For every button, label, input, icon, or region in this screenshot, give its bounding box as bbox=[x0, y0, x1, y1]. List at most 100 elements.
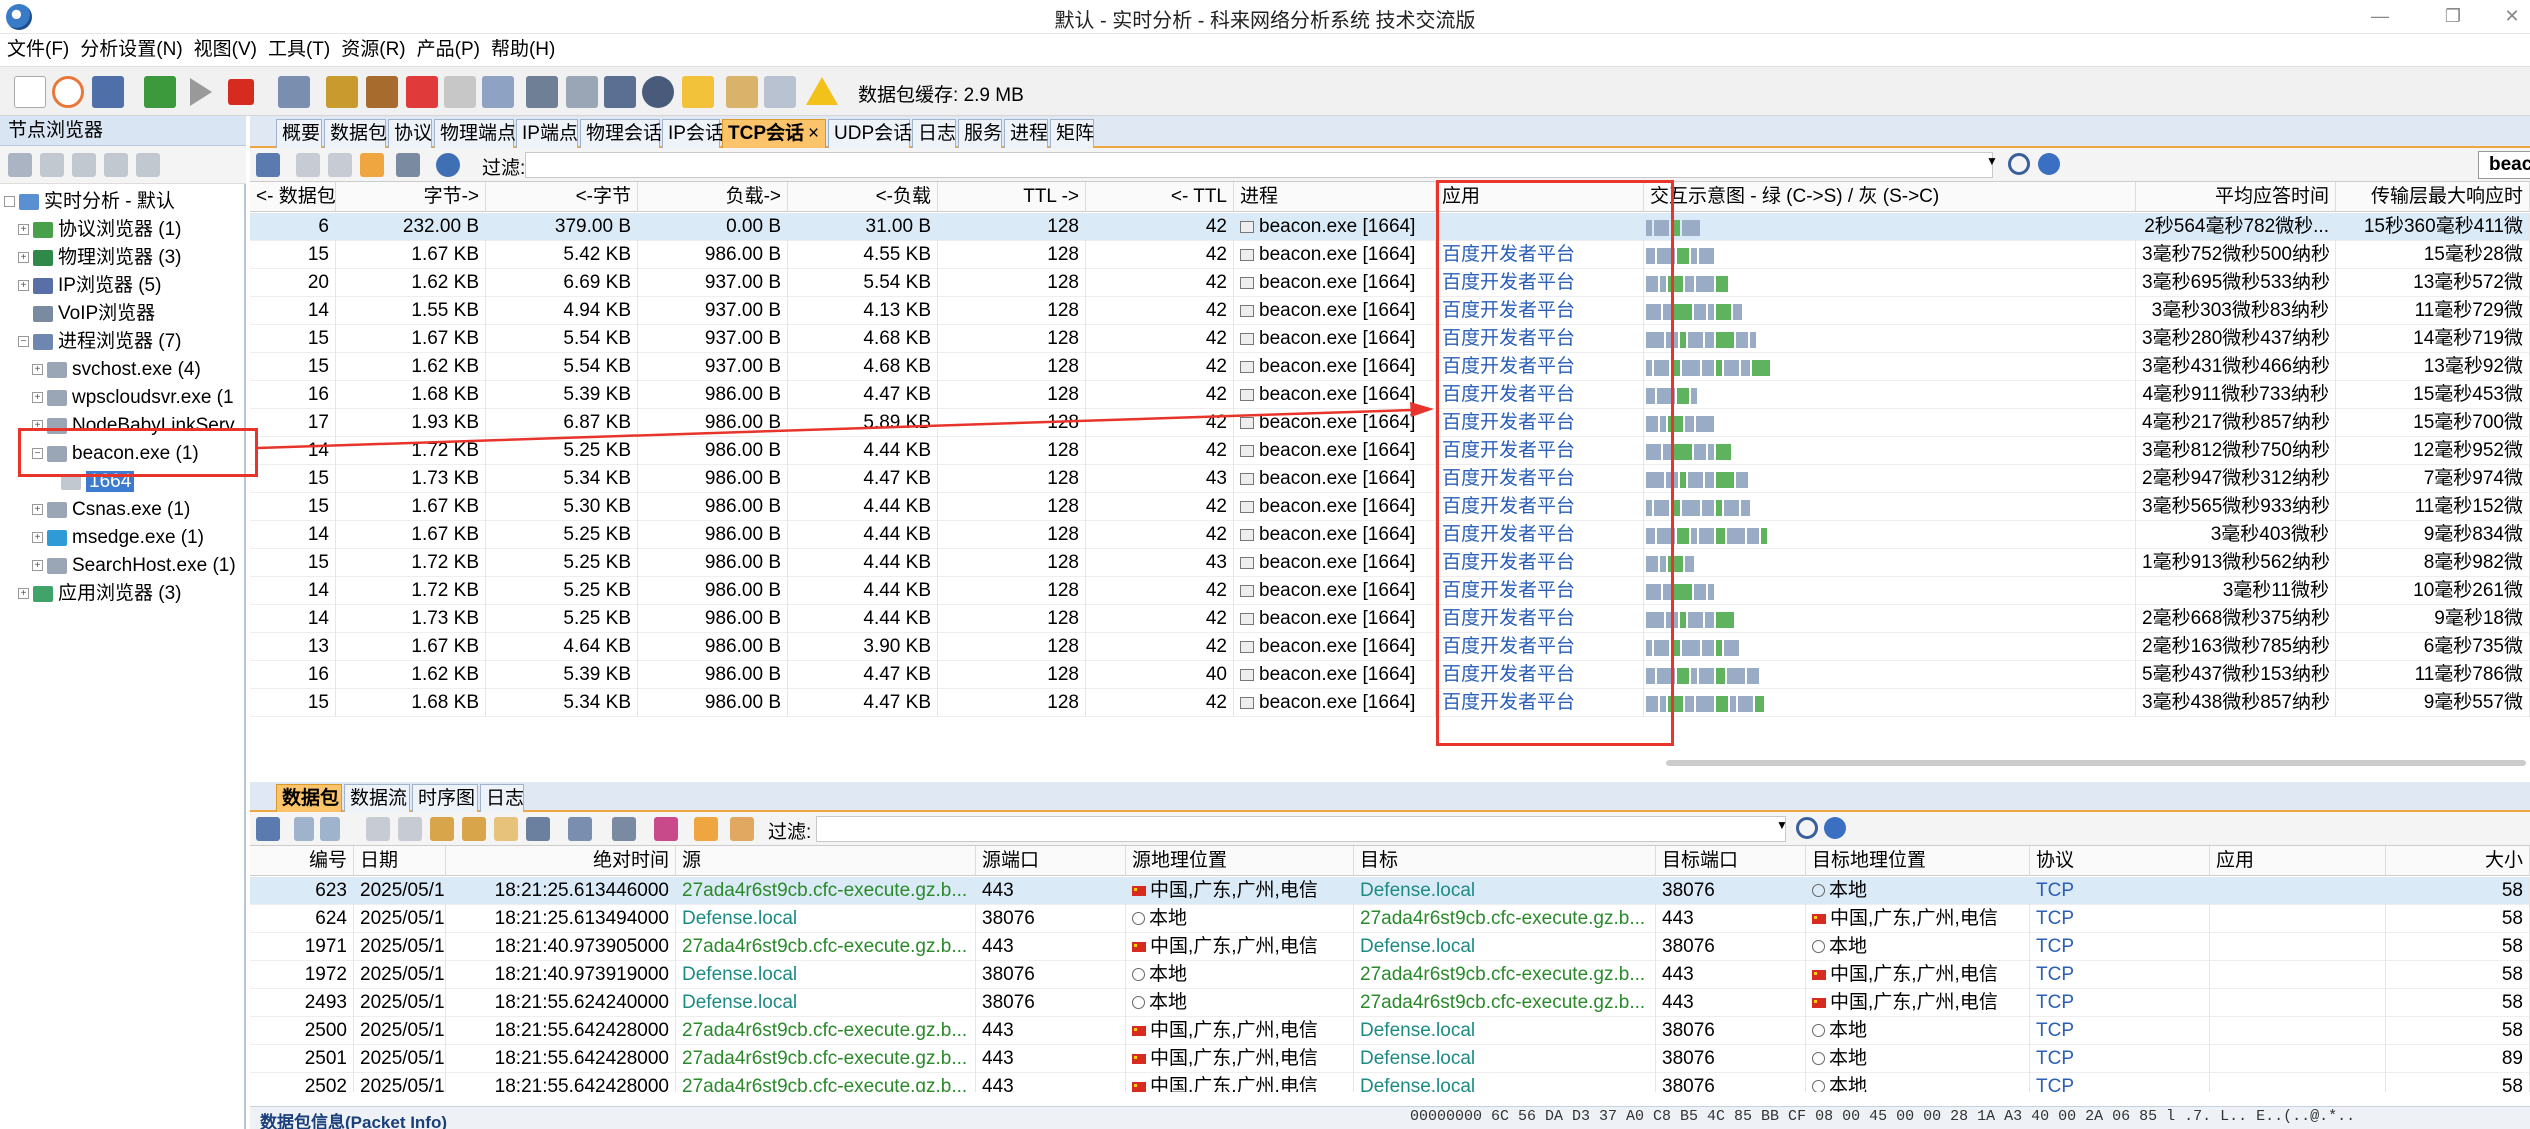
table-row[interactable]: 16 1.68 KB 5.39 KB 986.00 B 4.47 KB 128 42 beac… bbox=[250, 381, 2530, 409]
expand-icon[interactable]: + bbox=[18, 224, 29, 236]
bottom-tab-0[interactable]: 数据包 bbox=[276, 784, 342, 812]
table-row[interactable]: 14 1.72 KB 5.25 KB 986.00 B 4.44 KB 128 42 beac… bbox=[250, 577, 2530, 605]
column-header[interactable]: 交互示意图 - 绿 (C->S) / 灰 (S->C) bbox=[1644, 182, 2136, 212]
menu-file[interactable]: 文件(F) bbox=[3, 34, 73, 66]
tree-tool-icon[interactable] bbox=[104, 153, 128, 177]
column-header[interactable]: 目标地理位置 bbox=[1806, 846, 2030, 876]
stop-icon[interactable] bbox=[228, 79, 254, 105]
column-header[interactable]: 负载-> bbox=[638, 182, 788, 212]
table-row[interactable]: 15 1.62 KB 5.54 KB 937.00 B 4.68 KB 128 42 beac… bbox=[250, 353, 2530, 381]
nav-icon[interactable] bbox=[398, 817, 422, 841]
document-icon[interactable] bbox=[764, 76, 796, 108]
collapse-icon[interactable]: − bbox=[18, 336, 29, 348]
filter-dropdown-icon[interactable]: ▼ bbox=[1776, 818, 1788, 832]
menu-help[interactable]: 帮助(H) bbox=[487, 34, 559, 66]
table-row[interactable]: 15 1.68 KB 5.34 KB 986.00 B 4.47 KB 128 42 beac… bbox=[250, 689, 2530, 717]
tab-8[interactable]: UDP会话 bbox=[828, 119, 912, 148]
column-header[interactable]: 应用 bbox=[2210, 846, 2386, 876]
plus-icon[interactable] bbox=[406, 76, 438, 108]
table-row[interactable]: 15 1.67 KB 5.30 KB 986.00 B 4.44 KB 128 42 beac… bbox=[250, 493, 2530, 521]
tree-node[interactable]: + wpscloudsvr.exe (1 bbox=[32, 384, 234, 412]
menu-view[interactable]: 视图(V) bbox=[190, 34, 261, 66]
tab-9[interactable]: 日志 bbox=[912, 119, 956, 148]
tree-node[interactable]: + 协议浏览器 (1) bbox=[18, 216, 182, 244]
help-icon[interactable] bbox=[1824, 817, 1846, 839]
column-header[interactable]: 编号 bbox=[250, 846, 354, 876]
table-row[interactable]: 15 1.73 KB 5.34 KB 986.00 B 4.47 KB 128 43 beac… bbox=[250, 465, 2530, 493]
column-header[interactable]: 协议 bbox=[2030, 846, 2210, 876]
menu-tools[interactable]: 工具(T) bbox=[264, 34, 334, 66]
expand-icon[interactable]: + bbox=[18, 588, 29, 600]
table-row[interactable]: 1972 2025/05/13 18:21:40.973919000 Defense.… bbox=[250, 961, 2530, 989]
nav-icon[interactable] bbox=[328, 153, 352, 177]
tab-close-icon[interactable]: × bbox=[808, 123, 819, 144]
refresh-icon[interactable] bbox=[436, 153, 460, 177]
filter-icon[interactable] bbox=[612, 817, 636, 841]
minimize-button[interactable]: — bbox=[2352, 0, 2408, 34]
tree-node[interactable]: + IP浏览器 (5) bbox=[18, 272, 161, 300]
menu-resources[interactable]: 资源(R) bbox=[337, 34, 409, 66]
tree-node[interactable]: 实时分析 - 默认 bbox=[4, 188, 175, 216]
expand-icon[interactable]: + bbox=[32, 364, 43, 376]
table-row[interactable]: 15 1.72 KB 5.25 KB 986.00 B 4.44 KB 128 43 beac… bbox=[250, 549, 2530, 577]
close-button[interactable]: ✕ bbox=[2484, 0, 2530, 34]
new-icon[interactable] bbox=[14, 76, 46, 108]
tab-4[interactable]: IP端点 bbox=[516, 119, 578, 148]
hex-view-icon[interactable] bbox=[494, 817, 518, 841]
tab-5[interactable]: 物理会话 bbox=[580, 119, 662, 148]
view-icon[interactable] bbox=[694, 817, 718, 841]
tools-icon[interactable] bbox=[654, 817, 678, 841]
edit-icon[interactable] bbox=[726, 76, 758, 108]
table-row[interactable]: 16 1.62 KB 5.39 KB 986.00 B 4.47 KB 128 40 beac… bbox=[250, 661, 2530, 689]
export-icon[interactable] bbox=[256, 817, 280, 841]
menu-analysis-settings[interactable]: 分析设置(N) bbox=[76, 34, 186, 66]
tree-node[interactable]: + Csnas.exe (1) bbox=[32, 496, 190, 524]
expand-icon[interactable]: + bbox=[32, 392, 43, 404]
columns-icon[interactable] bbox=[526, 817, 550, 841]
view-icon[interactable] bbox=[730, 817, 754, 841]
list-icon[interactable] bbox=[444, 76, 476, 108]
table-row[interactable]: 15 1.67 KB 5.42 KB 986.00 B 4.55 KB 128 42 beac… bbox=[250, 241, 2530, 269]
expand-icon[interactable]: + bbox=[18, 280, 29, 292]
menu-products[interactable]: 产品(P) bbox=[413, 34, 484, 66]
column-header[interactable]: 源 bbox=[676, 846, 976, 876]
horizontal-scrollbar[interactable] bbox=[1666, 760, 2526, 766]
column-header[interactable]: 大小 bbox=[2386, 846, 2530, 876]
tree-tool-icon[interactable] bbox=[8, 153, 32, 177]
play-icon[interactable] bbox=[190, 78, 212, 106]
open-icon[interactable] bbox=[52, 76, 84, 108]
bottom-tab-2[interactable]: 时序图 bbox=[412, 784, 478, 812]
column-header[interactable]: 目标 bbox=[1354, 846, 1656, 876]
expand-icon[interactable]: + bbox=[18, 252, 29, 264]
tree-tool-icon[interactable] bbox=[136, 153, 160, 177]
column-header[interactable]: 源端口 bbox=[976, 846, 1126, 876]
tab-1[interactable]: 数据包 bbox=[324, 119, 387, 148]
next-icon[interactable] bbox=[320, 817, 340, 841]
view-icon[interactable] bbox=[360, 153, 384, 177]
table-row[interactable]: 15 1.67 KB 5.54 KB 937.00 B 4.68 KB 128 42 beac… bbox=[250, 325, 2530, 353]
column-header[interactable]: TTL -> bbox=[938, 182, 1086, 212]
prev-icon[interactable] bbox=[294, 817, 314, 841]
tab-10[interactable]: 服务 bbox=[958, 119, 1002, 148]
column-header[interactable]: 字节-> bbox=[336, 182, 486, 212]
table-row[interactable]: 6 232.00 B 379.00 B 0.00 B 31.00 B 128 42 beaco… bbox=[250, 213, 2530, 241]
tcp-filter-input[interactable] bbox=[525, 152, 1993, 178]
table-row[interactable]: 1971 2025/05/13 18:21:40.973905000 27ada4r6… bbox=[250, 933, 2530, 961]
help-icon[interactable] bbox=[2038, 153, 2060, 175]
search-icon[interactable] bbox=[1796, 817, 1818, 839]
tree-tool-icon[interactable] bbox=[72, 153, 96, 177]
table-row[interactable]: 17 1.93 KB 6.87 KB 986.00 B 5.89 KB 128 42 beac… bbox=[250, 409, 2530, 437]
column-header[interactable]: 传输层最大响应时 bbox=[2336, 182, 2530, 212]
tab-3[interactable]: 物理端点 bbox=[434, 119, 516, 148]
table-row[interactable]: 14 1.73 KB 5.25 KB 986.00 B 4.44 KB 128 42 beac… bbox=[250, 605, 2530, 633]
network-icon[interactable] bbox=[482, 76, 514, 108]
maximize-button[interactable]: ❐ bbox=[2425, 0, 2481, 34]
table-row[interactable]: 14 1.55 KB 4.94 KB 937.00 B 4.13 KB 128 42 beac… bbox=[250, 297, 2530, 325]
column-header[interactable]: 进程 bbox=[1234, 182, 1436, 212]
table-row[interactable]: 14 1.67 KB 5.25 KB 986.00 B 4.44 KB 128 42 beac… bbox=[250, 521, 2530, 549]
trash-icon[interactable] bbox=[526, 76, 558, 108]
tree-node[interactable]: + svchost.exe (4) bbox=[32, 356, 201, 384]
column-header[interactable]: <- 数据包 bbox=[250, 182, 336, 212]
tab-7[interactable]: TCP会话 × bbox=[722, 119, 826, 148]
table-row[interactable]: 623 2025/05/13 18:21:25.613446000 27ada4r6s… bbox=[250, 877, 2530, 905]
